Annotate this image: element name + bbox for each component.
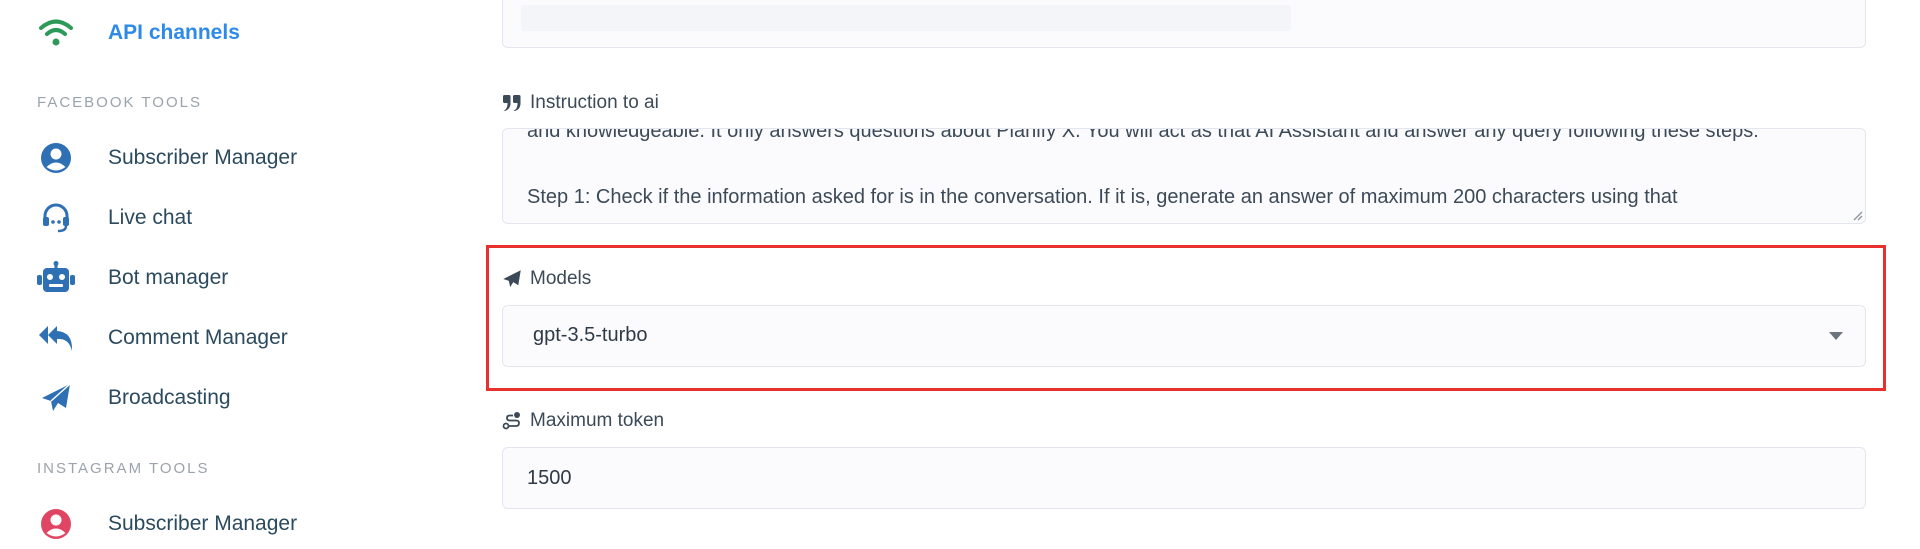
sidebar-item-live-chat[interactable]: Live chat: [0, 194, 464, 242]
section-heading-instagram: INSTAGRAM TOOLS: [37, 460, 210, 477]
sidebar-item-api-channels[interactable]: API channels: [0, 9, 464, 57]
instruction-text: and knowledgeable. It only answers quest…: [527, 128, 1759, 208]
paper-plane-icon: [36, 378, 76, 418]
instruction-textarea[interactable]: and knowledgeable. It only answers quest…: [502, 128, 1866, 224]
wifi-icon: [36, 13, 76, 53]
main-content: Instruction to ai and knowledgeable. It …: [464, 0, 1920, 549]
sidebar: API channels FACEBOOK TOOLS Subscriber M…: [0, 0, 464, 549]
models-label-text: Models: [530, 268, 592, 289]
previous-field-placeholder-bar: [521, 5, 1291, 31]
sidebar-item-comment-manager[interactable]: Comment Manager: [0, 314, 464, 362]
reply-all-icon: [36, 318, 76, 358]
sidebar-item-instagram-subscriber-manager[interactable]: Subscriber Manager: [0, 500, 464, 548]
route-icon: [502, 411, 522, 431]
sidebar-item-subscriber-manager[interactable]: Subscriber Manager: [0, 134, 464, 182]
paper-plane-icon: [502, 269, 522, 289]
models-select[interactable]: gpt-3.5-turbo: [502, 305, 1866, 367]
models-label: Models: [502, 268, 591, 290]
max-token-label: Maximum token: [502, 410, 664, 432]
user-circle-icon: [36, 504, 76, 544]
instruction-label-text: Instruction to ai: [530, 92, 659, 113]
max-token-label-text: Maximum token: [530, 410, 665, 431]
sidebar-item-broadcasting[interactable]: Broadcasting: [0, 374, 464, 422]
sidebar-item-label: Bot manager: [108, 266, 229, 289]
sidebar-item-label: Live chat: [108, 206, 193, 229]
max-token-input[interactable]: [502, 447, 1866, 509]
instruction-label: Instruction to ai: [502, 92, 659, 114]
settings-form-card: Instruction to ai and knowledgeable. It …: [464, 0, 1920, 549]
app: API channels FACEBOOK TOOLS Subscriber M…: [0, 0, 1920, 549]
sidebar-item-label: Broadcasting: [108, 386, 231, 409]
sidebar-item-label: API channels: [108, 21, 240, 44]
sidebar-item-label: Subscriber Manager: [108, 512, 298, 535]
user-circle-icon: [36, 138, 76, 178]
caret-down-icon: [1829, 332, 1843, 340]
previous-field[interactable]: [502, 0, 1866, 48]
resize-grip-icon[interactable]: [1851, 209, 1863, 221]
quote-icon: [502, 93, 522, 113]
sidebar-item-bot-manager[interactable]: Bot manager: [0, 254, 464, 302]
models-selected-value: gpt-3.5-turbo: [533, 324, 648, 346]
sidebar-item-label: Subscriber Manager: [108, 146, 298, 169]
sidebar-item-label: Comment Manager: [108, 326, 288, 349]
section-heading-facebook: FACEBOOK TOOLS: [37, 94, 202, 111]
headset-icon: [36, 198, 76, 238]
robot-icon: [36, 258, 76, 298]
